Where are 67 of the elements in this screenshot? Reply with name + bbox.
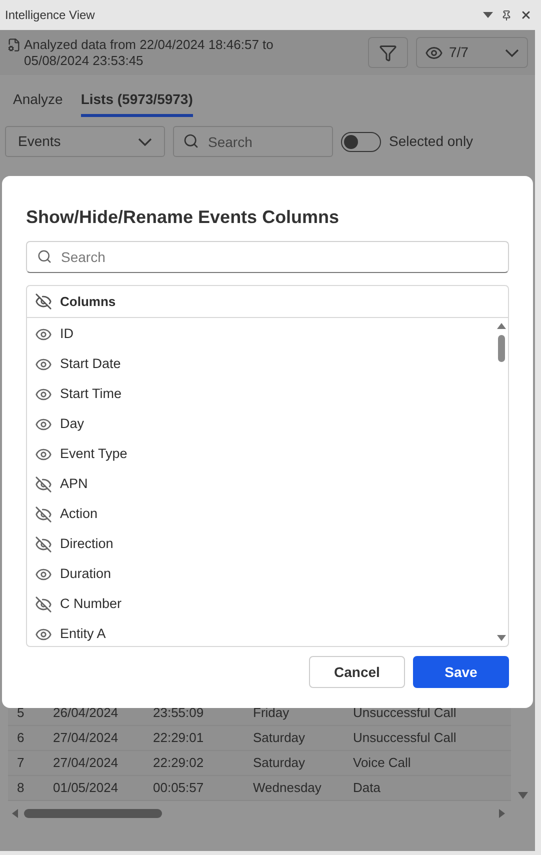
table-cell-text: Saturday — [253, 754, 306, 772]
horizontal-scrollbar-thumb[interactable] — [24, 808, 162, 818]
table-cell-text: Data — [353, 779, 382, 798]
column-search-field[interactable]: Search — [26, 241, 509, 273]
dialog-title: Show/Hide/Rename Events Columns — [26, 206, 340, 229]
table-cell-text: 27/04/2024 — [53, 729, 120, 748]
column-item[interactable]: Event Type — [27, 439, 494, 469]
table-cell-text: Voice Call — [353, 754, 412, 772]
column-item[interactable]: Start Time — [27, 379, 494, 409]
column-item[interactable]: C Number — [27, 589, 494, 619]
eye-off-icon[interactable] — [35, 293, 52, 310]
cancel-button[interactable]: Cancel — [309, 656, 405, 688]
column-item[interactable]: APN — [27, 469, 494, 499]
table-cell-text: Unsuccessful Call — [353, 729, 458, 748]
search-icon — [183, 133, 199, 149]
table-cell-text: 26/04/2024 — [53, 704, 120, 722]
column-item[interactable]: Action — [27, 499, 494, 529]
table-cell-text: 5 — [16, 704, 26, 722]
selected-only-toggle[interactable] — [341, 132, 381, 152]
table-cell-text: Friday — [253, 704, 290, 722]
eye-off-icon[interactable] — [35, 506, 52, 522]
window-title: Intelligence View — [5, 7, 95, 24]
scroll-up-icon[interactable] — [496, 323, 506, 329]
columns-header: Columns — [60, 292, 116, 311]
close-icon[interactable] — [520, 9, 532, 21]
scroll-down-icon[interactable] — [518, 792, 528, 799]
eye-off-icon[interactable] — [35, 596, 52, 612]
table-cell-text: Wednesday — [253, 779, 322, 798]
tab[interactable]: Analyze — [13, 84, 63, 117]
table-cell-text: 22:29:01 — [153, 729, 205, 748]
search-field[interactable]: Search — [173, 126, 333, 157]
search-icon — [37, 249, 52, 264]
document-settings-icon — [7, 38, 21, 52]
eye-off-icon[interactable] — [35, 536, 52, 552]
table-cell-text: 7 — [16, 754, 26, 772]
column-item[interactable]: Entity A — [27, 619, 494, 646]
eye-off-icon[interactable] — [35, 476, 52, 492]
chevron-down-icon — [505, 48, 519, 56]
dropdown-icon[interactable] — [483, 12, 493, 18]
filter-button[interactable] — [368, 37, 408, 68]
table-cell-text: 22:29:02 — [153, 754, 205, 772]
selected-only-label: Selected only — [389, 132, 474, 151]
column-item[interactable]: Day — [27, 409, 494, 439]
filter-icon — [379, 44, 397, 62]
table-cell-text: 6 — [16, 729, 26, 748]
column-item[interactable]: Start Date — [27, 349, 494, 379]
tab[interactable]: Lists (5973/5973) — [80, 84, 193, 117]
column-item[interactable]: Direction — [27, 529, 494, 559]
list-select[interactable]: Events — [5, 126, 165, 157]
analyzed-range-text: Analyzed data from 22/04/2024 18:46:57 to 05/08/2024 23:53:45 — [24, 37, 274, 69]
scroll-left-icon[interactable] — [12, 808, 18, 818]
save-button[interactable]: Save — [413, 656, 509, 688]
chevron-down-icon — [138, 138, 152, 146]
table-cell-text: 00:05:57 — [153, 779, 205, 798]
column-item[interactable]: ID — [27, 319, 494, 349]
table-cell-text: Saturday — [253, 729, 306, 748]
visibility-dropdown[interactable]: 7/7 — [416, 37, 528, 68]
scroll-right-icon[interactable] — [499, 808, 505, 818]
table-cell-text: 27/04/2024 — [53, 754, 120, 772]
pin-icon[interactable] — [501, 10, 512, 20]
column-item[interactable]: Duration — [27, 559, 494, 589]
table-cell-text: 23:55:09 — [153, 704, 205, 722]
scroll-down-icon[interactable] — [496, 635, 506, 641]
table-cell-text: 01/05/2024 — [53, 779, 120, 798]
table-cell-text: 8 — [16, 779, 26, 798]
vertical-scrollbar-thumb[interactable] — [498, 335, 504, 362]
table-cell-text: Unsuccessful Call — [353, 704, 458, 722]
